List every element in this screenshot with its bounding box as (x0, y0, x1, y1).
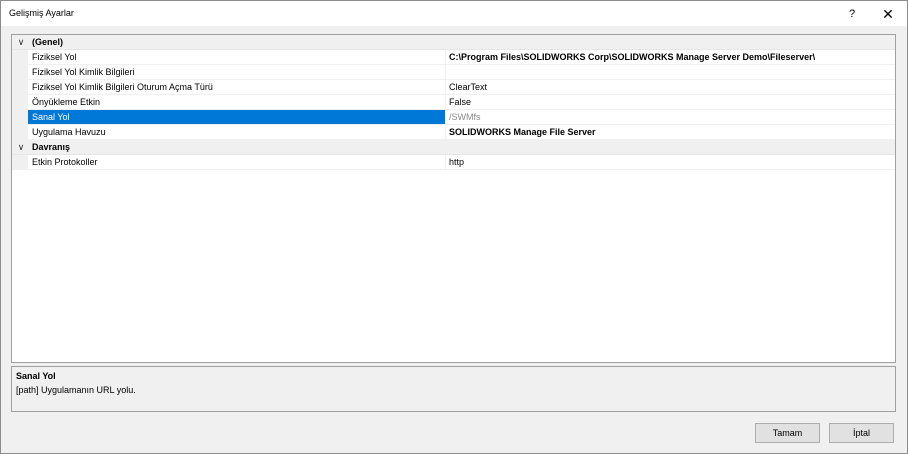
description-text: [path] Uygulamanın URL yolu. (16, 385, 136, 395)
property-row-etkin-protokoller[interactable]: Etkin Protokoller http (12, 155, 895, 170)
row-margin (12, 95, 28, 110)
property-row-sanal-yol[interactable]: Sanal Yol /SWMfs (12, 110, 895, 125)
property-value[interactable] (446, 65, 895, 80)
property-value[interactable]: http (446, 155, 895, 170)
title-bar: Gelişmiş Ayarlar ? ✕ (0, 0, 908, 26)
property-grid[interactable]: ∨ (Genel) Fiziksel Yol C:\Program Files\… (11, 34, 896, 363)
property-row-oturum-acma-turu[interactable]: Fiziksel Yol Kimlik Bilgileri Oturum Açm… (12, 80, 895, 95)
row-margin (12, 65, 28, 80)
property-value[interactable]: /SWMfs (446, 110, 895, 125)
property-name[interactable]: Uygulama Havuzu (28, 125, 446, 140)
property-row-fiziksel-yol[interactable]: Fiziksel Yol C:\Program Files\SOLIDWORKS… (12, 50, 895, 65)
property-name[interactable]: Etkin Protokoller (28, 155, 446, 170)
property-name[interactable]: Önyükleme Etkin (28, 95, 446, 110)
property-name[interactable]: Fiziksel Yol Kimlik Bilgileri Oturum Açm… (28, 80, 446, 95)
row-margin (12, 155, 28, 170)
category-name: (Genel) (32, 37, 64, 47)
collapse-chevron-icon[interactable]: ∨ (16, 142, 26, 152)
property-row-onyukleme-etkin[interactable]: Önyükleme Etkin False (12, 95, 895, 110)
property-value[interactable]: SOLIDWORKS Manage File Server (446, 125, 895, 140)
description-panel: Sanal Yol [path] Uygulamanın URL yolu. (11, 366, 896, 412)
property-value[interactable]: C:\Program Files\SOLIDWORKS Corp\SOLIDWO… (446, 50, 895, 65)
row-margin (12, 110, 28, 125)
description-title: Sanal Yol (16, 371, 56, 381)
property-row-fiziksel-yol-kimlik[interactable]: Fiziksel Yol Kimlik Bilgileri (12, 65, 895, 80)
category-name: Davranış (32, 142, 71, 152)
category-row-davranis[interactable]: ∨ Davranış (12, 140, 895, 155)
collapse-chevron-icon[interactable]: ∨ (16, 37, 26, 47)
help-button[interactable]: ? (837, 4, 867, 24)
property-name[interactable]: Fiziksel Yol Kimlik Bilgileri (28, 65, 446, 80)
property-value[interactable]: ClearText (446, 80, 895, 95)
row-margin (12, 125, 28, 140)
property-value[interactable]: False (446, 95, 895, 110)
window-title: Gelişmiş Ayarlar (9, 8, 74, 18)
ok-button[interactable]: Tamam (755, 423, 820, 443)
close-button[interactable]: ✕ (873, 4, 903, 24)
property-name-selected[interactable]: Sanal Yol (28, 110, 446, 125)
property-row-uygulama-havuzu[interactable]: Uygulama Havuzu SOLIDWORKS Manage File S… (12, 125, 895, 140)
row-margin (12, 50, 28, 65)
cancel-button[interactable]: İptal (829, 423, 894, 443)
property-name[interactable]: Fiziksel Yol (28, 50, 446, 65)
category-row-genel[interactable]: ∨ (Genel) (12, 35, 895, 50)
row-margin (12, 80, 28, 95)
